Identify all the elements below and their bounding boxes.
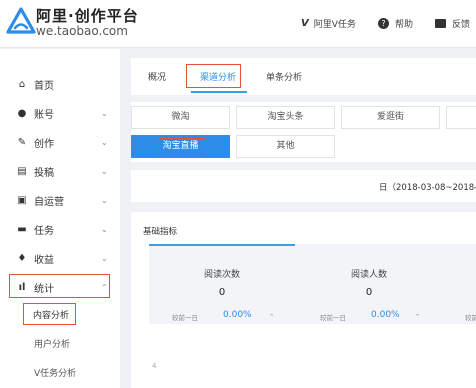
date-range-bar: 日（2018-03-08~2018-03 xyxy=(131,170,476,202)
logo-icon[interactable] xyxy=(6,6,36,36)
metric-value: 0 xyxy=(218,287,226,298)
submission-icon: ▤ xyxy=(17,165,27,177)
metric-change: 0.00% xyxy=(223,310,252,320)
active-tab-indicator xyxy=(191,91,247,93)
metric-trend: - xyxy=(416,310,420,320)
chart-y-tick-label: 4 xyxy=(152,362,157,370)
chevron-down-icon: ⌄ xyxy=(101,166,108,176)
sidebar-item-label: 收益 xyxy=(34,254,54,266)
task-icon: ▬ xyxy=(17,223,27,235)
sidebar-item-label: 自运营 xyxy=(34,196,64,208)
sidebar-item-label: 投稿 xyxy=(34,167,54,179)
sidebar-item-self-operated[interactable]: ▣ 自运营 ⌄ xyxy=(0,186,120,214)
sidebar-subitem-vtask-analysis[interactable]: V任务分析 xyxy=(0,358,120,386)
chevron-down-icon: ⌄ xyxy=(101,108,108,118)
metric-compare-label: 较前 xyxy=(465,314,476,322)
account-icon: ● xyxy=(17,107,27,119)
income-icon: ♦ xyxy=(17,252,27,264)
brand-subtitle: we.taobao.com xyxy=(36,24,128,38)
help-label: 帮助 xyxy=(395,20,414,30)
channel-more-button[interactable] xyxy=(446,106,476,129)
channel-aiguangjie-button[interactable]: 爱逛街 xyxy=(341,106,440,129)
metric-card-third[interactable]: 较前 xyxy=(443,244,476,324)
feedback-icon xyxy=(435,19,446,28)
help-icon: ? xyxy=(378,18,389,29)
tabs-bar: 概况 渠道分析 单条分析 xyxy=(131,58,476,95)
metric-compare-label: 较前一日 xyxy=(172,314,198,322)
metric-trend: - xyxy=(270,310,274,320)
v-badge-icon: V xyxy=(301,18,309,29)
metric-label: 阅读人数 xyxy=(350,270,387,280)
sidebar-subitem-user-analysis[interactable]: 用户分析 xyxy=(0,329,120,357)
sidebar-item-label: 任务 xyxy=(34,225,54,237)
metric-card-reader-count[interactable]: 阅读人数 0 较前一日 0.00% - xyxy=(295,244,443,324)
sidebar-item-label: 创作 xyxy=(34,138,54,150)
feedback-label: 反馈 xyxy=(452,20,471,30)
tab-single-analysis[interactable]: 单条分析 xyxy=(266,70,302,83)
highlight-box-content-analysis xyxy=(23,303,76,325)
chevron-down-icon: ⌄ xyxy=(101,224,108,234)
channel-weitao-button[interactable]: 微淘 xyxy=(131,106,230,129)
chevron-down-icon: ⌄ xyxy=(101,253,108,263)
metric-label: 阅读次数 xyxy=(203,270,240,280)
sidebar-item-task[interactable]: ▬ 任务 ⌄ xyxy=(0,215,120,243)
metrics-title: 基础指标 xyxy=(143,227,178,237)
date-range-text[interactable]: 日（2018-03-08~2018-03 xyxy=(379,181,476,193)
top-header: 阿里·创作平台 we.taobao.com V 阿里V任务 ? 帮助 反馈 xyxy=(0,0,476,48)
basic-metrics-panel: 基础指标 阅读次数 0 较前一日 0.00% - 阅读人数 0 较前一日 0.0… xyxy=(131,212,476,388)
sidebar-item-account[interactable]: ● 账号 ⌄ xyxy=(0,99,120,127)
brand-title[interactable]: 阿里·创作平台 xyxy=(36,5,139,26)
sidebar-item-submission[interactable]: ▤ 投稿 ⌄ xyxy=(0,157,120,185)
sidebar-item-label: 账号 xyxy=(34,109,54,121)
active-metric-indicator xyxy=(149,244,295,246)
channel-filter-panel: 微淘 淘宝头条 爱逛街 淘宝直播 其他 xyxy=(131,102,476,162)
sidebar-item-label: 首页 xyxy=(34,80,54,92)
metric-value: 0 xyxy=(365,287,373,298)
metric-compare-label: 较前一日 xyxy=(320,314,346,322)
chevron-down-icon: ⌄ xyxy=(101,137,108,147)
sidebar-item-create[interactable]: ✎ 创作 ⌄ xyxy=(0,128,120,156)
sidebar-subitem-label: V任务分析 xyxy=(34,368,77,379)
channel-taobao-headline-button[interactable]: 淘宝头条 xyxy=(236,106,335,129)
feedback-link[interactable]: 反馈 xyxy=(435,17,470,30)
self-operated-icon: ▣ xyxy=(17,194,27,206)
highlight-box-channel-tab xyxy=(186,64,241,88)
metric-change: 0.00% xyxy=(371,310,400,320)
tab-overview[interactable]: 概况 xyxy=(148,70,166,83)
sidebar-item-income[interactable]: ♦ 收益 ⌄ xyxy=(0,244,120,272)
chevron-down-icon: ⌄ xyxy=(101,195,108,205)
create-icon: ✎ xyxy=(17,136,27,148)
v-task-link[interactable]: V 阿里V任务 xyxy=(301,17,356,30)
highlight-box-stats xyxy=(9,274,110,298)
sidebar-subitem-label: 用户分析 xyxy=(34,339,71,350)
metric-card-read-count[interactable]: 阅读次数 0 较前一日 0.00% - xyxy=(149,244,295,324)
home-icon: ⌂ xyxy=(18,78,26,90)
highlight-box-taobao-live xyxy=(159,138,206,156)
channel-other-button[interactable]: 其他 xyxy=(236,135,335,158)
sidebar-item-home[interactable]: ⌂ 首页 xyxy=(0,70,120,98)
v-task-label: 阿里V任务 xyxy=(313,20,356,30)
help-link[interactable]: ? 帮助 xyxy=(378,17,413,30)
